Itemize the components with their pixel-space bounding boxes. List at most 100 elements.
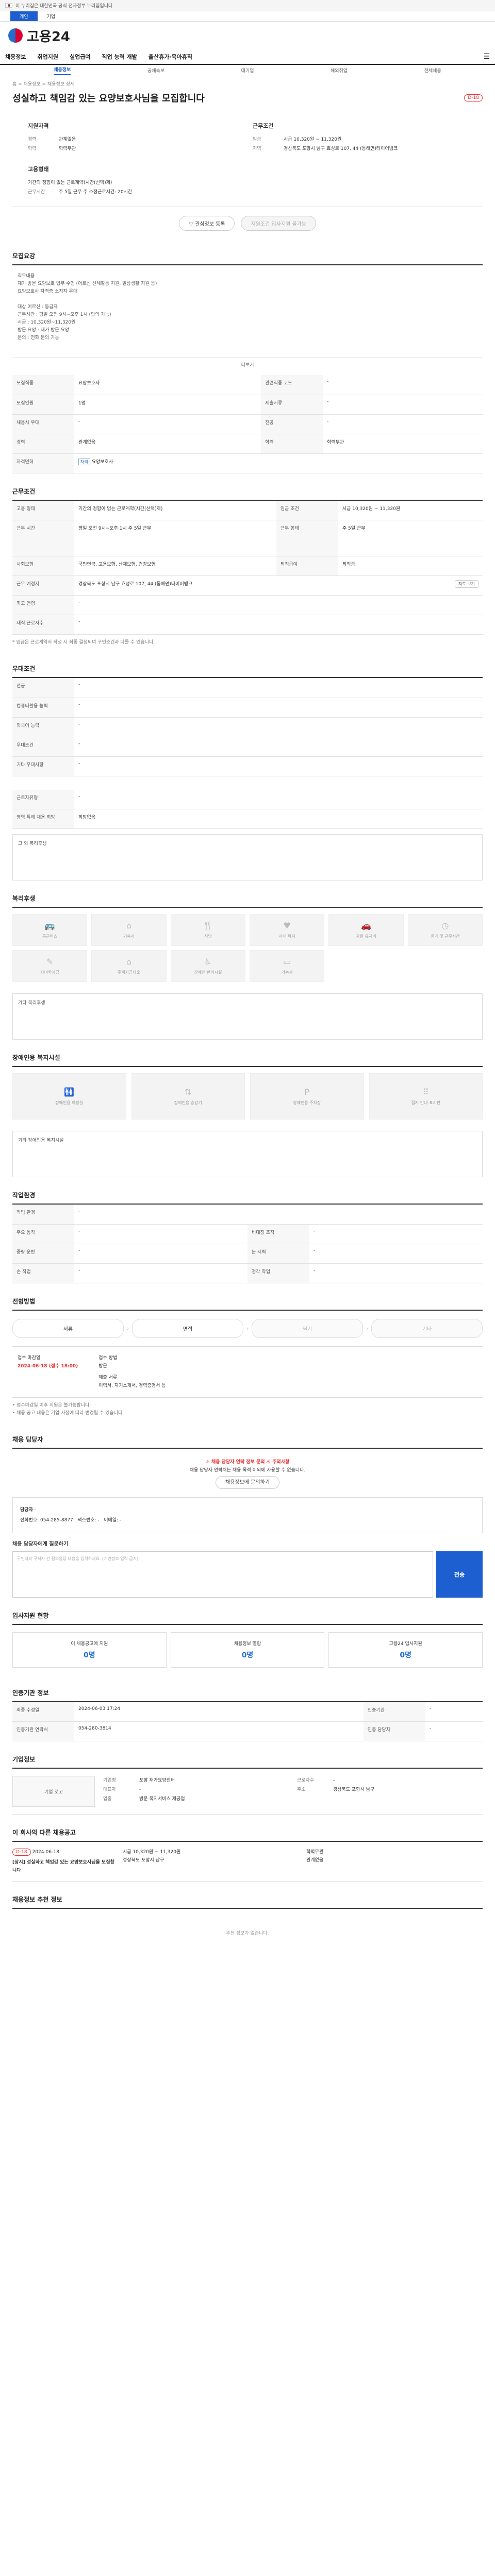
stat-card: 채용정보 열람 0명 [170, 1632, 325, 1668]
td: 관계없음 [74, 434, 261, 454]
other-job-item[interactable]: D-18 2024-06-18 [상시] 성실하고 책임감 있는 요양보호사님을 … [12, 1842, 483, 1882]
label: 근무시간 [28, 190, 45, 195]
benefit-label: 자녀학자금 [40, 970, 60, 975]
more-button[interactable]: 더보기 [12, 358, 483, 375]
inquiry-button[interactable]: 채용정보에 문의하기 [216, 1476, 279, 1489]
nav-training[interactable]: 직업 능력 개발 [102, 53, 137, 61]
site-logo[interactable]: 고용24 [27, 26, 70, 45]
th: 최고 연령 [12, 595, 74, 615]
benefit-grid: 🚌 통근버스 ⌂ 기숙사 🍴 식당 ♥ 사내 복지 🚗 차량 유지비 ◷ 휴가 및 근무시간… [12, 908, 483, 988]
td: - [309, 1263, 483, 1283]
td: 2024-06-03 17:24 [74, 1702, 364, 1722]
benefit-item: ▭ 기숙사 [249, 950, 325, 982]
nav-unemployment[interactable]: 실업급여 [70, 53, 90, 61]
th: 작업 환경 [12, 1205, 74, 1225]
hamburger-menu-icon[interactable]: ☰ [483, 53, 490, 61]
th: 인증 담당자 [363, 1721, 425, 1741]
benefit-item: ♥ 사내 복지 [249, 914, 325, 946]
contact-callout: ⚠ 채용 담당자 연락 정보 문의 시 주의사항 채용 담당자 연락처는 채용 … [12, 1449, 483, 1492]
interest-label: 관심정보 등록 [195, 222, 225, 227]
callout-title: 채용 담당자 연락 정보 문의 시 주의사항 [211, 1459, 290, 1465]
value: 학력무관 [306, 1850, 324, 1855]
deadline-box: 접수 마감일 2024-06-18 (접수 18:00) 접수 방법 방문 제출 서류… [12, 1346, 483, 1398]
other-job-title[interactable]: [상시] 성실하고 책임감 있는 요양보호사님을 모집합니다 [12, 1858, 116, 1875]
td: 054-280-3814 [74, 1721, 364, 1741]
value: 기간의 정함이 없는 근로계약(시간(선택)제) [28, 180, 112, 185]
job-summary: 지원자격 경력 관계없음 학력 학력무관 고용형태 기간의 정함이 없는 근로계약(… [12, 110, 483, 207]
th: 채용시 우대 [12, 414, 74, 434]
tab-company[interactable]: 기업 [38, 11, 65, 21]
gov-banner: 이 누리집은 대한민국 공식 전자정부 누리집입니다. [0, 0, 495, 11]
process-steps: 서류 › 면접 › 필기 › 기타 [12, 1311, 483, 1346]
send-button[interactable]: 전송 [436, 1551, 483, 1598]
td: 희망없음 [74, 809, 483, 829]
ask-label: 채용 담당자에게 질문하기 [12, 1541, 69, 1547]
th: 재직 근로자수 [12, 615, 74, 635]
apply-button[interactable]: 지원조건 입사지원 불가능 [241, 216, 317, 231]
td: 국민연금, 고용보험, 산재보험, 건강보험 [74, 556, 276, 576]
tab-personal[interactable]: 개인 [10, 11, 38, 21]
page-title: 성실하고 책임감 있는 요양보호사님을 모집합니다 [12, 93, 205, 104]
sub-nav: 채용정보 공채속보 대기업 해외취업 전체채용 [0, 65, 495, 76]
logo-icon[interactable] [8, 28, 23, 43]
value: 관계없음 [59, 137, 76, 142]
value: 경상북도 포항시 남구 효성로 107, 44 (동해면)타이어뱅크 [284, 146, 398, 151]
th: 관련직종 코드 [261, 375, 323, 395]
value: 경상북도 포항시 남구 [123, 1858, 164, 1863]
th: 전공 [12, 678, 74, 698]
contact-box: 담당자 - 전화번호: 054-285-8877 팩스번호: - 이메일: - [12, 1497, 483, 1533]
value: 시급 10,320원 ~ 11,320원 [123, 1850, 181, 1855]
process-step: 필기 [252, 1318, 363, 1338]
td: - [323, 375, 483, 395]
benefit-label: 식당 [204, 934, 212, 939]
arrow-right-icon: › [366, 1325, 369, 1332]
td: - [323, 414, 483, 434]
th: 근무 형태 [276, 520, 338, 556]
nav-leave[interactable]: 출산휴가·육아휴직 [148, 53, 192, 61]
value: 시급 10,320원 ~ 11,320원 [284, 137, 342, 142]
meal-icon: 🍴 [203, 921, 213, 930]
th: 학력 [261, 434, 323, 454]
value: 학력무관 [59, 146, 76, 151]
subnav-jobs[interactable]: 채용정보 [54, 66, 71, 75]
label: 경력 [28, 137, 37, 142]
label: 주소 [297, 1787, 306, 1792]
value: - [139, 1787, 141, 1792]
map-button[interactable]: 지도 보기 [455, 580, 478, 588]
label: 제출 서류 [98, 1375, 118, 1380]
section-title: 근무조건 [12, 487, 483, 501]
subnav-all[interactable]: 전체채용 [424, 67, 441, 74]
value: 주 5일 근무 주 소정근로시간: 20시간 [59, 190, 133, 195]
facility-other-box: 기타 장애인용 복지시설 [12, 1131, 483, 1177]
company-name: 포항 재가요양센터 [139, 1778, 175, 1783]
nav-jobs[interactable]: 채용정보 [5, 53, 26, 61]
td: 주 5일 근무 [338, 520, 483, 556]
label: 지역 [253, 146, 261, 151]
subnav-large[interactable]: 대기업 [241, 67, 254, 74]
subnav-overseas[interactable]: 해외취업 [331, 67, 348, 74]
arrow-right-icon: › [246, 1325, 249, 1332]
th: 인증기관 [363, 1702, 425, 1722]
th: 근로자유형 [12, 789, 74, 809]
th: 눈 시력 [248, 1244, 309, 1264]
value: - [97, 1517, 100, 1523]
th: 비대칭 조작 [248, 1224, 309, 1244]
stat-card: 고용24 입사지원 0명 [328, 1632, 483, 1668]
subnav-news[interactable]: 공채속보 [147, 67, 164, 74]
interest-button[interactable]: ♡ 관심정보 등록 [178, 216, 235, 231]
td: - [74, 717, 483, 737]
td: 학력무관 [323, 434, 483, 454]
section-title: 채용정보 추천 정보 [12, 1895, 483, 1909]
value: - [34, 1507, 36, 1513]
benefit-label: 휴가 및 근무시간 [431, 934, 460, 939]
env-table: 작업 환경 - 주요 동작 - 비대칭 조작 - 중량 운반 - 눈 시력 - 손 작업 - 청각… [12, 1205, 483, 1283]
facility-label: 장애인용 주차장 [293, 1100, 321, 1105]
benefit-label: 차량 유지비 [356, 934, 376, 939]
nav-employment-support[interactable]: 취업지원 [37, 53, 58, 61]
benefit-item: ◷ 휴가 및 근무시간 [407, 914, 483, 946]
parking-icon: P [304, 1087, 310, 1097]
question-textarea[interactable]: 구인자와 구직자 간 질의응답 내용을 입력하세요. (개인정보 입력 금지) [12, 1551, 433, 1598]
elevator-icon: ⇅ [185, 1087, 192, 1097]
stat-label: 고용24 입사지원 [389, 1641, 422, 1647]
stats-row: 이 채용공고에 지원 0명 채용정보 열람 0명 고용24 입사지원 0명 [12, 1625, 483, 1675]
